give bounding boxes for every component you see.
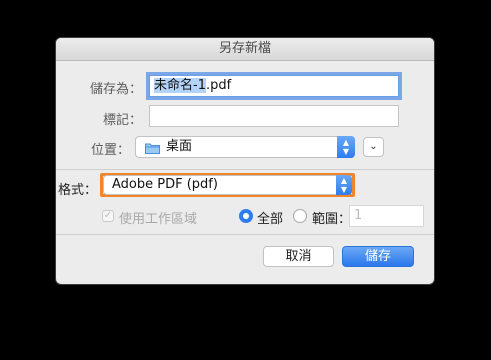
location-value: 桌面 — [166, 139, 193, 154]
save-as-label: 儲存為： — [89, 82, 142, 97]
folder-icon — [145, 141, 160, 154]
all-pages-label: 全部 — [257, 212, 284, 227]
format-label: 格式： — [57, 183, 97, 198]
filename-extension: .pdf — [205, 78, 232, 93]
format-stepper-icon: ▲ ▼ — [336, 175, 352, 195]
tags-field[interactable] — [149, 105, 399, 127]
range-label: 範圍： — [312, 212, 352, 227]
range-radio[interactable] — [293, 209, 307, 223]
dialog-title: 另存新檔 — [56, 38, 434, 61]
divider-top — [56, 169, 434, 170]
filename-field[interactable]: 未命名-1.pdf — [149, 75, 399, 97]
filename-selected-text: 未命名-1 — [154, 78, 206, 93]
expand-dialog-button[interactable]: ⌄ — [363, 137, 384, 157]
chevron-down-icon: ⌄ — [369, 141, 378, 152]
location-label: 位置： — [90, 143, 130, 158]
divider-bottom — [56, 234, 434, 235]
format-value: Adobe PDF (pdf) — [112, 177, 218, 192]
range-field[interactable]: 1 — [349, 205, 424, 227]
location-popup[interactable]: 桌面 ▲ ▼ — [135, 136, 355, 158]
save-button[interactable]: 儲存 — [342, 246, 414, 267]
tags-label: 標記： — [102, 113, 142, 128]
use-workspace-label: 使用工作區域 — [119, 212, 198, 227]
location-stepper-icon: ▲ ▼ — [337, 136, 355, 158]
cancel-button[interactable]: 取消 — [263, 246, 334, 267]
save-as-dialog: 另存新檔 儲存為： 未命名-1.pdf 標記： 位置： 桌面 ▲ ▼ ⌄ 格式： … — [56, 38, 434, 284]
format-popup[interactable]: Adobe PDF (pdf) ▲ ▼ — [103, 175, 352, 195]
use-workspace-checkbox[interactable]: ✓ — [102, 210, 114, 222]
all-pages-radio[interactable] — [239, 209, 253, 223]
